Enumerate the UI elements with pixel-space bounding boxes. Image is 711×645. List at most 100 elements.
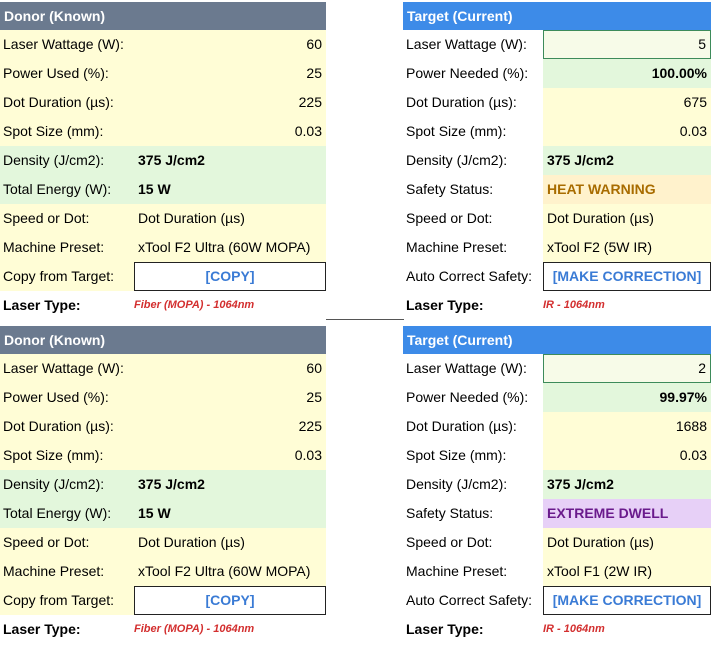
label-spot-size: Spot Size (mm): (0, 441, 134, 470)
label-laser-type: Laser Type: (406, 621, 484, 637)
cell-laser-wattage[interactable]: 60 (134, 30, 326, 59)
target-row-power: Power Needed (%): 99.97% (403, 383, 711, 412)
donor-row-density: Density (J/cm2): 375 J/cm2 (0, 146, 326, 175)
target-row-power: Power Needed (%): 100.00% (403, 59, 711, 88)
cell-density: 375 J/cm2 (134, 470, 326, 499)
target-row-safety: Safety Status: EXTREME DWELL (403, 499, 711, 528)
cell-machine-preset[interactable]: xTool F2 (5W IR) (543, 233, 711, 262)
donor-row-wattage: Laser Wattage (W): 60 (0, 30, 326, 59)
cell-laser-type: IR - 1064nm (543, 623, 605, 635)
target-row-preset: Machine Preset: xTool F2 (5W IR) (403, 233, 711, 262)
cell-laser-type: Fiber (MOPA) - 1064nm (134, 299, 255, 311)
make-correction-button[interactable]: [MAKE CORRECTION] (543, 586, 711, 615)
label-power-used: Power Used (%): (0, 59, 134, 88)
donor-panel-1: Donor (Known) Laser Wattage (W): 60 Powe… (0, 2, 326, 320)
label-power-used: Power Used (%): (0, 383, 134, 412)
cell-speed-or-dot[interactable]: Dot Duration (µs) (134, 204, 326, 233)
donor-row-copy: Copy from Target: [COPY] (0, 586, 326, 615)
cell-dot-duration[interactable]: 675 (543, 88, 711, 117)
cell-spot-size[interactable]: 0.03 (134, 441, 326, 470)
cell-spot-size[interactable]: 0.03 (543, 117, 711, 146)
label-spot-size: Spot Size (mm): (406, 123, 507, 139)
target-panel-1: Target (Current) Laser Wattage (W): 5 Po… (403, 2, 711, 320)
cell-total-energy: 15 W (134, 499, 326, 528)
label-laser-wattage: Laser Wattage (W): (0, 354, 134, 383)
target-row-wattage: Laser Wattage (W): 5 (403, 30, 711, 59)
donor-row-energy: Total Energy (W): 15 W (0, 499, 326, 528)
label-laser-type: Laser Type: (3, 621, 81, 637)
label-machine-preset: Machine Preset: (406, 239, 508, 255)
cell-machine-preset[interactable]: xTool F2 Ultra (60W MOPA) (134, 233, 326, 262)
target-row-dot: Dot Duration (µs): 675 (403, 88, 711, 117)
donor-row-power: Power Used (%): 25 (0, 383, 326, 412)
label-copy-from-target: Copy from Target: (0, 262, 134, 291)
label-auto-correct: Auto Correct Safety: (406, 268, 533, 284)
label-laser-wattage: Laser Wattage (W): (406, 360, 527, 376)
copy-button[interactable]: [COPY] (134, 262, 326, 291)
target-row-dot: Dot Duration (µs): 1688 (403, 412, 711, 441)
label-density: Density (J/cm2): (406, 152, 508, 168)
target-row-wattage: Laser Wattage (W): 2 (403, 354, 711, 383)
label-laser-type: Laser Type: (406, 297, 484, 313)
label-machine-preset: Machine Preset: (0, 557, 134, 586)
donor-row-preset: Machine Preset: xTool F2 Ultra (60W MOPA… (0, 233, 326, 262)
target-wattage-input[interactable]: 5 (543, 30, 711, 59)
cell-speed-or-dot[interactable]: Dot Duration (µs) (134, 528, 326, 557)
target-row-preset: Machine Preset: xTool F1 (2W IR) (403, 557, 711, 586)
cell-laser-type: IR - 1064nm (543, 299, 605, 311)
label-speed-or-dot: Speed or Dot: (406, 210, 493, 226)
label-laser-wattage: Laser Wattage (W): (0, 30, 134, 59)
donor-row-type: Laser Type: Fiber (MOPA) - 1064nm (0, 615, 326, 644)
donor-row-spot: Spot Size (mm): 0.03 (0, 117, 326, 146)
donor-row-dot: Dot Duration (µs): 225 (0, 412, 326, 441)
cell-density: 375 J/cm2 (134, 146, 326, 175)
copy-button[interactable]: [COPY] (134, 586, 326, 615)
cell-power-used[interactable]: 25 (134, 59, 326, 88)
label-dot-duration: Dot Duration (µs): (0, 88, 134, 117)
donor-row-copy: Copy from Target: [COPY] (0, 262, 326, 291)
target-row-spot: Spot Size (mm): 0.03 (403, 441, 711, 470)
cell-machine-preset[interactable]: xTool F2 Ultra (60W MOPA) (134, 557, 326, 586)
label-total-energy: Total Energy (W): (0, 499, 134, 528)
label-density: Density (J/cm2): (0, 470, 134, 499)
cell-dot-duration[interactable]: 225 (134, 412, 326, 441)
cell-total-energy: 15 W (134, 175, 326, 204)
donor-row-type: Laser Type: Fiber (MOPA) - 1064nm (0, 291, 326, 320)
target-row-spot: Spot Size (mm): 0.03 (403, 117, 711, 146)
cell-laser-wattage[interactable]: 60 (134, 354, 326, 383)
target-wattage-input[interactable]: 2 (543, 354, 711, 383)
label-machine-preset: Machine Preset: (0, 233, 134, 262)
label-copy-from-target: Copy from Target: (0, 586, 134, 615)
target-row-density: Density (J/cm2): 375 J/cm2 (403, 470, 711, 499)
cell-speed-or-dot[interactable]: Dot Duration (µs) (543, 528, 711, 557)
target-header: Target (Current) (403, 326, 711, 354)
make-correction-button[interactable]: [MAKE CORRECTION] (543, 262, 711, 291)
label-speed-or-dot: Speed or Dot: (0, 204, 134, 233)
donor-row-speed: Speed or Dot: Dot Duration (µs) (0, 204, 326, 233)
cell-spot-size[interactable]: 0.03 (134, 117, 326, 146)
target-row-speed: Speed or Dot: Dot Duration (µs) (403, 204, 711, 233)
label-auto-correct: Auto Correct Safety: (406, 592, 533, 608)
label-safety-status: Safety Status: (406, 181, 494, 197)
target-row-density: Density (J/cm2): 375 J/cm2 (403, 146, 711, 175)
label-total-energy: Total Energy (W): (0, 175, 134, 204)
safety-status-badge: HEAT WARNING (543, 175, 711, 204)
donor-row-power: Power Used (%): 25 (0, 59, 326, 88)
donor-panel-2: Donor (Known) Laser Wattage (W): 60 Powe… (0, 326, 326, 644)
cell-machine-preset[interactable]: xTool F1 (2W IR) (543, 557, 711, 586)
cell-spot-size[interactable]: 0.03 (543, 441, 711, 470)
divider-line (326, 319, 404, 320)
donor-row-energy: Total Energy (W): 15 W (0, 175, 326, 204)
label-machine-preset: Machine Preset: (406, 563, 508, 579)
donor-row-spot: Spot Size (mm): 0.03 (0, 441, 326, 470)
label-safety-status: Safety Status: (406, 505, 494, 521)
label-dot-duration: Dot Duration (µs): (0, 412, 134, 441)
label-speed-or-dot: Speed or Dot: (0, 528, 134, 557)
target-row-type: Laser Type: IR - 1064nm (403, 291, 711, 320)
cell-dot-duration[interactable]: 1688 (543, 412, 711, 441)
label-density: Density (J/cm2): (0, 146, 134, 175)
cell-dot-duration[interactable]: 225 (134, 88, 326, 117)
cell-power-used[interactable]: 25 (134, 383, 326, 412)
label-power-needed: Power Needed (%): (406, 65, 529, 81)
cell-speed-or-dot[interactable]: Dot Duration (µs) (543, 204, 711, 233)
